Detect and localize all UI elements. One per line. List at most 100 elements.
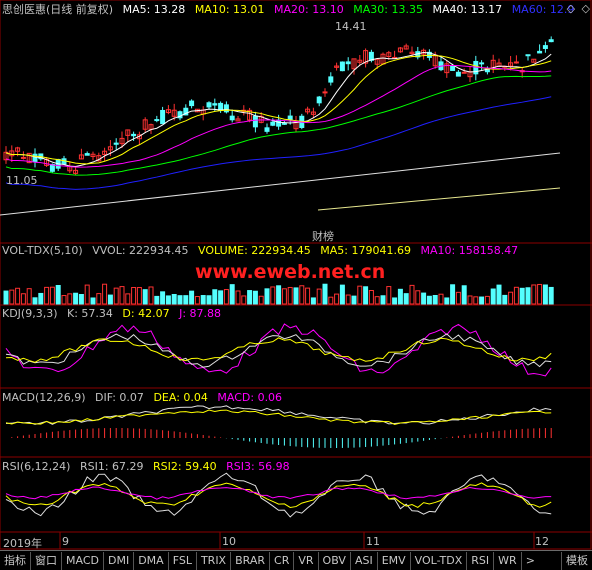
volume-bar bbox=[131, 286, 137, 305]
volume-bar bbox=[368, 290, 374, 305]
tab-dma[interactable]: DMA bbox=[134, 551, 169, 570]
watermark-text: www.eweb.net.cn bbox=[195, 261, 386, 283]
volume-bar bbox=[519, 287, 525, 305]
volume-bar bbox=[212, 289, 218, 305]
tab-wr[interactable]: WR bbox=[494, 551, 522, 570]
tab-indicator[interactable]: 指标 bbox=[0, 551, 31, 570]
volume-bar bbox=[299, 285, 305, 305]
tab-brar[interactable]: BRAR bbox=[231, 551, 271, 570]
volume-bar bbox=[345, 294, 351, 305]
volume-bar bbox=[142, 289, 148, 305]
volume-bar bbox=[502, 294, 508, 305]
volume-bar bbox=[508, 291, 514, 305]
volume-bar bbox=[38, 292, 44, 305]
volume-bar bbox=[310, 297, 316, 305]
tab-macd[interactable]: MACD bbox=[62, 551, 104, 570]
tab-vol-tdx[interactable]: VOL-TDX bbox=[411, 551, 468, 570]
volume-bar bbox=[322, 283, 328, 305]
kdj-k-value: K: 57.34 bbox=[67, 307, 113, 320]
volume-bar bbox=[15, 287, 21, 305]
candle bbox=[154, 119, 160, 122]
tab-obv[interactable]: OBV bbox=[319, 551, 351, 570]
candle bbox=[252, 115, 258, 128]
tab-window[interactable]: 窗口 bbox=[31, 551, 62, 570]
candle bbox=[328, 76, 334, 83]
volume-bar bbox=[241, 295, 247, 305]
candle bbox=[542, 45, 548, 49]
volume-bar bbox=[455, 291, 461, 305]
volume-bar bbox=[252, 290, 258, 305]
candle bbox=[450, 65, 456, 71]
volume-bar bbox=[490, 288, 496, 305]
time-axis-year: 2019年 bbox=[3, 537, 42, 550]
volume-bar bbox=[107, 294, 113, 305]
macd-macd-value: MACD: 0.06 bbox=[217, 391, 283, 404]
volume-bar bbox=[531, 284, 537, 305]
volume-bar bbox=[479, 296, 485, 305]
tab-emv[interactable]: EMV bbox=[378, 551, 411, 570]
candle bbox=[270, 121, 276, 126]
volume-bar bbox=[177, 295, 183, 305]
rsi-panel-header: RSI(6,12,24) RSI1: 67.29 RSI2: 59.40 RSI… bbox=[2, 460, 296, 474]
volume-bar bbox=[194, 296, 200, 305]
volume-bar bbox=[328, 296, 334, 305]
macd-indicator-name: MACD(12,26,9) bbox=[2, 391, 86, 404]
volume-bar bbox=[334, 293, 340, 305]
volume-bar bbox=[102, 283, 108, 305]
time-axis-nov: 11 bbox=[366, 535, 380, 548]
volume-bar bbox=[165, 295, 171, 305]
vvol-value: VVOL: 222934.45 bbox=[92, 244, 189, 257]
volume-bar bbox=[160, 291, 166, 305]
candle bbox=[461, 71, 467, 74]
volume-bar bbox=[281, 288, 287, 305]
time-axis-sep: 9 bbox=[62, 535, 69, 548]
volume-bar bbox=[32, 297, 38, 305]
candle bbox=[84, 153, 90, 156]
volume-bar bbox=[264, 288, 270, 305]
volume-bar bbox=[171, 293, 177, 305]
volume-bar bbox=[542, 284, 548, 305]
tab-asi[interactable]: ASI bbox=[351, 551, 378, 570]
volume-bar bbox=[235, 290, 241, 305]
volume-bar bbox=[223, 289, 229, 305]
volume-bar bbox=[293, 287, 299, 305]
long-ma-line-2 bbox=[317, 187, 561, 211]
volume-bar bbox=[55, 284, 61, 305]
tab-trix[interactable]: TRIX bbox=[197, 551, 232, 570]
tab-vr[interactable]: VR bbox=[294, 551, 319, 570]
rsi3-value: RSI3: 56.98 bbox=[226, 460, 290, 473]
tabs-next-arrow[interactable]: > bbox=[522, 554, 539, 567]
candle bbox=[322, 91, 328, 94]
tab-cr[interactable]: CR bbox=[270, 551, 295, 570]
ma5-line bbox=[5, 51, 552, 167]
low-price-label: 11.05 bbox=[6, 174, 38, 187]
volume-bar bbox=[49, 286, 55, 305]
high-price-label: 14.41 bbox=[335, 20, 367, 33]
candle bbox=[537, 50, 543, 54]
candle bbox=[276, 119, 282, 127]
macd-dea-line bbox=[5, 409, 552, 425]
volume-bar bbox=[305, 287, 311, 305]
volume-bar bbox=[461, 285, 467, 305]
volume-bar bbox=[247, 290, 253, 305]
candle bbox=[525, 54, 531, 57]
volume-bar bbox=[467, 295, 473, 305]
volume-bar bbox=[3, 290, 9, 305]
volume-bar bbox=[438, 293, 444, 305]
kdj-j-value: J: 87.88 bbox=[179, 307, 222, 320]
candle bbox=[479, 62, 485, 65]
tab-rsi[interactable]: RSI bbox=[467, 551, 495, 570]
tab-dmi[interactable]: DMI bbox=[104, 551, 135, 570]
tab-fsl[interactable]: FSL bbox=[169, 551, 197, 570]
time-axis-oct: 10 bbox=[222, 535, 236, 548]
template-button[interactable]: 模板 bbox=[561, 551, 592, 570]
rsi3-line bbox=[5, 486, 552, 500]
volume-bar bbox=[351, 295, 357, 305]
volume-panel-header: VOL-TDX(5,10) VVOL: 222934.45 VOLUME: 22… bbox=[2, 244, 524, 258]
kdj-j-line bbox=[5, 323, 552, 377]
candle bbox=[264, 127, 270, 132]
volume-bar bbox=[136, 287, 142, 305]
volume-bar bbox=[218, 290, 224, 305]
candle bbox=[316, 96, 322, 104]
volume-bar bbox=[548, 286, 554, 305]
